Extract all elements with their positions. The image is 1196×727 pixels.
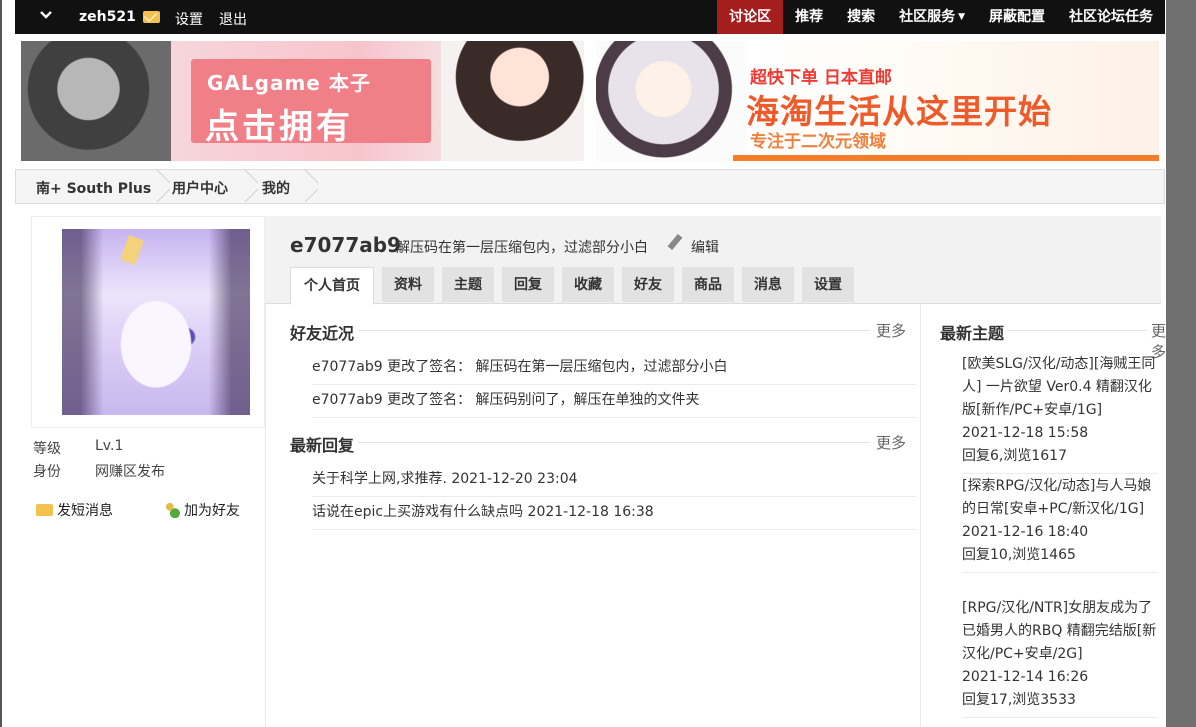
mail-icon [36,504,53,516]
thread-date: 2021-12-18 15:58 [962,425,1089,441]
role-value: 网赚区发布 [95,464,165,480]
thread-title-link[interactable]: [欧美SLG/汉化/动态][海贼王同人] 一片欲望 Ver0.4 精翻汉化版[新… [962,353,1158,422]
mail-icon[interactable] [143,11,160,23]
send-message-button[interactable]: 发短消息 [36,500,113,520]
nav-recommend[interactable]: 推荐 [783,0,835,34]
list-item[interactable]: 关于科学上网,求推荐. 2021-12-20 23:04 [312,468,916,497]
banner-text-line1: GALgame 本子 [207,71,371,95]
level-row: 等级 Lv.1 [33,438,123,458]
nav-forum-tasks[interactable]: 社区论坛任务 [1057,0,1165,34]
section-divider [358,442,870,443]
banner-illustration [21,41,171,161]
avatar-frame [31,216,265,428]
list-item: [欧美SLG/汉化/动态][海贼王同人] 一片欲望 Ver0.4 精翻汉化版[新… [962,353,1158,474]
window-right-edge [1166,0,1196,727]
section-divider [1007,330,1147,331]
banner-accent-bar [733,155,1159,161]
send-message-label: 发短消息 [57,503,113,519]
recent-replies-more-link[interactable]: 更多 [876,432,906,453]
breadcrumb-mine[interactable]: 我的 [262,178,290,198]
list-item[interactable]: 话说在epic上买游戏有什么缺点吗 2021-12-18 16:38 [312,501,916,530]
breadcrumb: 南+ South Plus 用户中心 我的 [15,169,1165,204]
pencil-icon[interactable] [667,233,683,251]
role-label: 身份 [33,464,61,480]
thread-stats: 回复6,浏览1617 [962,448,1067,464]
chevron-down-icon[interactable] [39,8,53,22]
list-item: e7077ab9 更改了签名： 解压码在第一层压缩包内，过滤部分小白 [312,356,916,385]
top-bar: zeh521 设置 退出 讨论区 推荐 搜索 社区服务 ▼ 屏蔽配置 社区论坛任务 [15,0,1165,34]
thread-title-link[interactable]: [RPG/汉化/NTR]女朋友成为了已婚男人的RBQ 精翻完结版[新汉化/PC+… [962,597,1158,666]
list-item: [探索RPG/汉化/动态]与人马娘的日常[安卓+PC/新汉化/1G] 2021-… [962,475,1158,573]
tab-replies[interactable]: 回复 [502,267,554,302]
ad-banner-galgame[interactable]: GALgame 本子 点击拥有 [21,41,584,161]
nav-block-settings[interactable]: 屏蔽配置 [977,0,1057,34]
profile-username: e7077ab9 [290,233,401,257]
caret-down-icon: ▼ [958,12,965,22]
friends-feed-title: 好友近况 [290,324,355,343]
thread-stats: 回复17,浏览3533 [962,692,1076,708]
profile-tabs: 个人首页 资料 主题 回复 收藏 好友 商品 消息 设置 [290,267,862,305]
edit-signature-link[interactable]: 编辑 [691,237,719,257]
window-left-edge [0,0,2,727]
nav-search[interactable]: 搜索 [835,0,887,34]
tab-favorites[interactable]: 收藏 [562,267,614,302]
thread-date: 2021-12-14 16:26 [962,669,1089,685]
thread-date: 2021-12-16 18:40 [962,524,1089,540]
list-item: e7077ab9 更改了签名： 解压码别问了，解压在单独的文件夹 [312,389,916,418]
friends-feed-more-link[interactable]: 更多 [876,320,906,341]
tab-friends[interactable]: 好友 [622,267,674,302]
add-friend-label: 加为好友 [184,503,240,519]
add-friend-button[interactable]: 加为好友 [163,500,240,520]
settings-link[interactable]: 设置 [175,9,203,29]
recent-replies-title: 最新回复 [290,436,355,455]
breadcrumb-home[interactable]: 南+ South Plus [36,178,151,198]
breadcrumb-separator [156,169,170,202]
tab-products[interactable]: 商品 [682,267,734,302]
avatar[interactable] [62,229,250,415]
role-row: 身份 网赚区发布 [33,461,165,481]
add-friend-icon [163,502,180,518]
tab-home[interactable]: 个人首页 [290,267,374,305]
profile-sidebar: 等级 Lv.1 身份 网赚区发布 发短消息 加为好友 [15,216,266,727]
nav-label: 社区服务 [899,9,956,25]
list-item: [RPG/汉化/NTR]女朋友成为了已婚男人的RBQ 精翻完结版[新汉化/PC+… [962,597,1158,718]
nav-label: 社区论坛任务 [1069,9,1153,25]
breadcrumb-separator [304,169,318,202]
thread-stats: 回复10,浏览1465 [962,547,1076,563]
nav-label: 讨论区 [729,9,772,25]
nav-discussion[interactable]: 讨论区 [717,0,784,34]
level-value: Lv.1 [95,438,124,454]
section-divider [358,330,870,331]
latest-threads-title: 最新主题 [940,324,1005,343]
profile-header: e7077ab9 解压码在第一层压缩包内，过滤部分小白 编辑 个人首页 资料 主… [265,216,1161,305]
banner-illustration [441,41,584,161]
thread-title-link[interactable]: [探索RPG/汉化/动态]与人马娘的日常[安卓+PC/新汉化/1G] [962,475,1158,521]
tab-threads[interactable]: 主题 [442,267,494,302]
banner-text-line2: 点击拥有 [205,107,353,147]
level-label: 等级 [33,441,61,457]
logout-link[interactable]: 退出 [219,9,247,29]
nav-label: 搜索 [847,9,876,25]
nav-label: 推荐 [795,9,824,25]
breadcrumb-user-center[interactable]: 用户中心 [172,178,228,198]
profile-signature: 解压码在第一层压缩包内，过滤部分小白 [396,240,648,256]
ad-banner-shopping[interactable]: 超快下单 日本直邮 海淘生活从这里开始 专注于二次元领域 [596,41,1159,161]
banner-text-line3: 专注于二次元领域 [750,132,886,152]
tab-settings[interactable]: 设置 [802,267,854,302]
username-link[interactable]: zeh521 [79,9,136,25]
tab-profile[interactable]: 资料 [382,267,434,302]
banner-illustration [596,41,746,161]
tab-messages[interactable]: 消息 [742,267,794,302]
nav-label: 屏蔽配置 [989,9,1045,25]
nav-community-services[interactable]: 社区服务 ▼ [887,0,977,34]
banner-text-line2: 海淘生活从这里开始 [746,92,1052,131]
breadcrumb-separator [244,169,258,202]
latest-threads-panel: 最新主题 更多 [欧美SLG/汉化/动态][海贼王同人] 一片欲望 Ver0.4… [920,303,1166,727]
main-nav: 讨论区 推荐 搜索 社区服务 ▼ 屏蔽配置 社区论坛任务 [717,0,1165,34]
